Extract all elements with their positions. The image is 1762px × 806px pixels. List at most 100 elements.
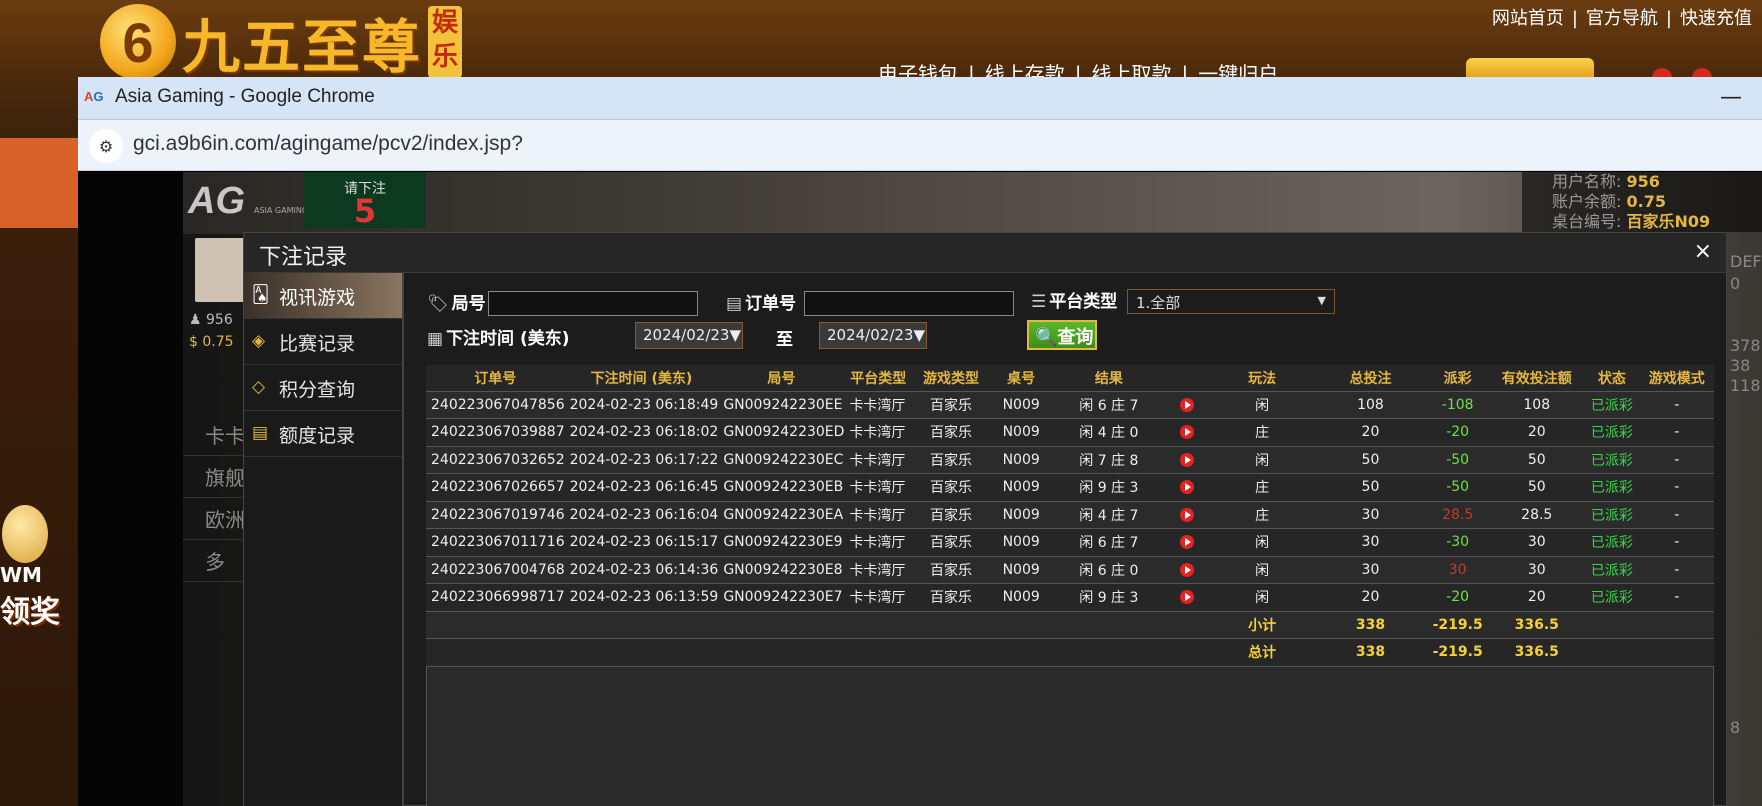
query-button[interactable]: 🔍查询 — [1027, 320, 1097, 350]
cell-replay[interactable] — [1165, 391, 1210, 419]
col-result[interactable]: 结果 — [1052, 365, 1166, 392]
col-status[interactable]: 状态 — [1584, 365, 1640, 392]
cell-replay[interactable] — [1165, 473, 1210, 502]
platform-type-select[interactable]: 1.全部 ▼ — [1127, 289, 1335, 314]
cell-game-mode: - — [1639, 391, 1714, 419]
table-row[interactable]: 240223067026657 2024-02-23 06:16:45 GN0092… — [426, 473, 1714, 502]
cell-replay[interactable] — [1165, 583, 1210, 612]
link-official-nav[interactable]: 官方导航 — [1586, 8, 1658, 29]
replay-play-icon[interactable] — [1180, 562, 1195, 577]
stat-value: 118 — [1730, 376, 1761, 395]
side-item-label: 比赛记录 — [279, 333, 356, 355]
date-from-select[interactable]: 2024/02/23▼ — [635, 322, 743, 349]
window-titlebar[interactable]: AG Asia Gaming - Google Chrome — — [78, 77, 1762, 120]
cell-play-type: 闲 — [1209, 583, 1315, 612]
col-order-no[interactable]: 订单号 — [426, 365, 565, 392]
col-total-bet[interactable]: 总投注 — [1314, 365, 1427, 392]
cell-replay[interactable] — [1165, 446, 1210, 474]
col-game-type[interactable]: 游戏类型 — [912, 365, 990, 392]
round-no-input[interactable] — [488, 291, 698, 316]
table-row[interactable]: 240223067047856 2024-02-23 06:18:49 GN0092… — [426, 391, 1714, 419]
cell-game-type: 百家乐 — [912, 556, 990, 584]
side-item-label: 额度记录 — [279, 425, 356, 447]
cell-game-type: 百家乐 — [912, 501, 990, 529]
player-id-short: ♟ 956 — [189, 312, 233, 328]
link-home[interactable]: 网站首页 — [1492, 8, 1564, 29]
col-table-no[interactable]: 桌号 — [989, 365, 1053, 392]
cell-total-bet: 50 — [1314, 446, 1427, 474]
ag-logo-subtitle: ASIA GAMING — [254, 206, 309, 215]
col-play-type[interactable]: 玩法 — [1209, 365, 1315, 392]
cell-replay[interactable] — [1165, 528, 1210, 557]
cell-bet-time: 2024-02-23 06:18:02 — [564, 418, 719, 447]
replay-play-icon[interactable] — [1180, 535, 1195, 550]
minimize-button[interactable]: — — [1720, 85, 1742, 110]
side-item-points-query[interactable]: ◇ 积分查询 — [244, 365, 402, 411]
col-game-mode[interactable]: 游戏模式 — [1639, 365, 1714, 392]
player-balance-short: $ 0.75 — [189, 334, 234, 350]
cell-replay[interactable] — [1165, 556, 1210, 584]
col-valid-bet[interactable]: 有效投注额 — [1489, 365, 1585, 392]
col-platform[interactable]: 平台类型 — [844, 365, 913, 392]
round-no-label: 🏷 局号 — [427, 294, 486, 314]
cell-platform: 卡卡湾厅 — [844, 473, 913, 502]
chevron-down-icon: ▼ — [1317, 294, 1326, 307]
records-body: 240223067047856 2024-02-23 06:18:49 GN0092… — [426, 391, 1714, 667]
date-to-select[interactable]: 2024/02/23▼ — [819, 322, 927, 349]
stat-value: 38 — [1730, 356, 1751, 375]
table-row[interactable]: 240223067004768 2024-02-23 06:14:36 GN0092… — [426, 556, 1714, 584]
table-row[interactable]: 240223067011716 2024-02-23 06:15:17 GN0092… — [426, 528, 1714, 557]
replay-play-icon[interactable] — [1180, 480, 1195, 495]
cell-replay[interactable] — [1165, 501, 1210, 529]
subtotal-total-bet: 338 — [1314, 611, 1427, 639]
side-item-video-games[interactable]: 🂡 视讯游戏 — [244, 273, 402, 319]
cell-game-mode: - — [1639, 418, 1714, 447]
link-quick-recharge[interactable]: 快速充值 — [1680, 8, 1752, 29]
cell-order-no: 240223067019746 — [426, 501, 565, 529]
site-info-icon[interactable]: ⚙ — [89, 129, 123, 163]
side-item-credit-records[interactable]: ▤ 额度记录 — [244, 411, 402, 457]
subtotal-row: 小计 338 -219.5 336.5 — [426, 611, 1714, 639]
site-logo[interactable]: 6 九五至尊 娱乐 — [100, 4, 463, 81]
ag-logo: AG — [188, 180, 245, 222]
table-row[interactable]: 240223067019746 2024-02-23 06:16:04 GN0092… — [426, 501, 1714, 529]
col-round-no[interactable]: 局号 — [718, 365, 845, 392]
table-row[interactable]: 240223067039887 2024-02-23 06:18:02 GN0092… — [426, 418, 1714, 447]
replay-play-icon[interactable] — [1180, 590, 1195, 605]
logo-emblem: 6 — [100, 4, 176, 80]
side-item-match-records[interactable]: ◈ 比赛记录 — [244, 319, 402, 365]
cell-platform: 卡卡湾厅 — [844, 583, 913, 612]
cell-round-no: GN009242230E7 — [718, 583, 845, 612]
cell-order-no: 240223067011716 — [426, 528, 565, 557]
promo-widget[interactable]: WM 领奖 — [0, 505, 78, 630]
bet-countdown: 请下注 5 — [304, 172, 426, 230]
cell-bet-time: 2024-02-23 06:15:17 — [564, 528, 719, 557]
cell-status: 已派彩 — [1584, 391, 1640, 419]
col-bet-time[interactable]: 下注时间 (美东) — [564, 365, 719, 392]
window-title: Asia Gaming - Google Chrome — [115, 86, 375, 107]
replay-play-icon[interactable] — [1180, 425, 1195, 440]
replay-play-icon[interactable] — [1180, 452, 1195, 467]
url-text[interactable]: gci.a9b6in.com/agingame/pcv2/index.jsp? — [133, 132, 523, 156]
cell-replay[interactable] — [1165, 418, 1210, 447]
replay-play-icon[interactable] — [1180, 507, 1195, 522]
modal-title: 下注记录 — [259, 245, 348, 270]
col-payout[interactable]: 派彩 — [1426, 365, 1490, 392]
bet-time-label: ▦ 下注时间 (美东) — [427, 329, 570, 349]
table-row[interactable]: 240223067032652 2024-02-23 06:17:22 GN0092… — [426, 446, 1714, 474]
summary-cell — [844, 611, 913, 639]
cell-total-bet: 30 — [1314, 501, 1427, 529]
cell-valid-bet: 20 — [1489, 418, 1585, 447]
cell-game-mode: - — [1639, 556, 1714, 584]
cell-round-no: GN009242230ED — [718, 418, 845, 447]
side-item-label: 积分查询 — [279, 379, 356, 401]
table-row[interactable]: 240223066998717 2024-02-23 06:13:59 GN0092… — [426, 583, 1714, 612]
cell-game-type: 百家乐 — [912, 391, 990, 419]
cell-game-mode: - — [1639, 501, 1714, 529]
cell-play-type: 闲 — [1209, 446, 1315, 474]
replay-play-icon[interactable] — [1180, 397, 1195, 412]
stat-value: 8 — [1730, 718, 1741, 737]
close-button[interactable]: × — [1694, 239, 1712, 264]
cell-valid-bet: 30 — [1489, 528, 1585, 557]
order-no-input[interactable] — [804, 291, 1014, 316]
